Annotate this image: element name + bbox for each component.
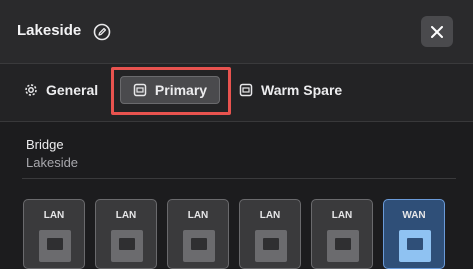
port-label: LAN: [43, 210, 65, 221]
close-button[interactable]: [421, 16, 453, 47]
device-icon: [133, 83, 147, 97]
ethernet-port-icon: [399, 230, 431, 262]
tab-warm-spare[interactable]: Warm Spare: [239, 82, 342, 98]
section-divider: [22, 178, 456, 179]
ethernet-port-icon: [327, 230, 359, 262]
tab-general-label: General: [46, 82, 99, 98]
edit-icon[interactable]: [93, 23, 111, 41]
tab-primary-label: Primary: [154, 82, 208, 98]
port-lan-1[interactable]: LAN: [23, 199, 85, 269]
port-label: LAN: [115, 210, 137, 221]
tab-warm-spare-label: Warm Spare: [261, 82, 343, 98]
ethernet-port-icon: [39, 230, 71, 262]
ethernet-port-icon: [111, 230, 143, 262]
gear-icon: [25, 84, 37, 96]
port-lan-5[interactable]: LAN: [311, 199, 373, 269]
tab-primary[interactable]: Primary: [120, 76, 220, 104]
port-label: WAN: [402, 210, 426, 221]
port-lan-4[interactable]: LAN: [239, 199, 301, 269]
ethernet-port-icon: [183, 230, 215, 262]
ethernet-port-icon: [255, 230, 287, 262]
device-icon: [239, 83, 253, 97]
bridge-label: Bridge: [26, 137, 64, 152]
tab-bar: General Primary Warm Spare: [0, 64, 473, 122]
port-wan[interactable]: WAN: [383, 199, 445, 269]
bridge-value: Lakeside: [26, 155, 79, 170]
tab-general[interactable]: General: [24, 82, 98, 98]
port-label: LAN: [331, 210, 353, 221]
port-label: LAN: [259, 210, 281, 221]
close-icon: [431, 25, 443, 38]
modal-header: Lakeside: [0, 0, 473, 64]
page-title: Lakeside: [17, 22, 82, 39]
port-lan-3[interactable]: LAN: [167, 199, 229, 269]
port-lan-2[interactable]: LAN: [95, 199, 157, 269]
port-label: LAN: [187, 210, 209, 221]
